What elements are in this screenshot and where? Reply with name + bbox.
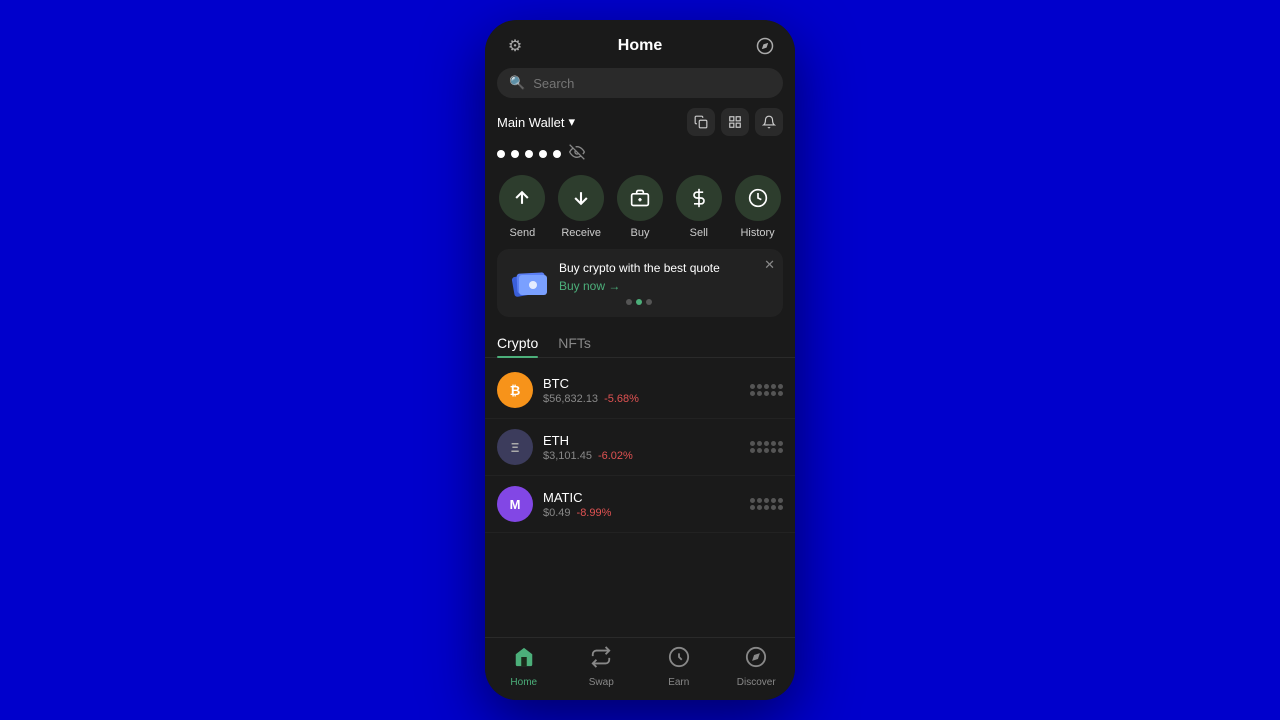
buy-button[interactable]: Buy [617,175,663,239]
matic-logo: M [497,486,533,522]
promo-dot-3 [646,299,652,305]
eth-price: $3,101.45 [543,450,592,462]
btc-name: BTC [543,376,740,391]
matic-balance [750,498,783,510]
wallet-dropdown-icon: ▾ [568,114,575,130]
nav-swap-label: Swap [589,677,614,688]
balance-dot-4 [539,150,547,158]
send-button[interactable]: Send [499,175,545,239]
matic-change: -8.99% [577,507,612,519]
tab-nfts[interactable]: NFTs [558,327,591,357]
nav-swap[interactable]: Swap [576,646,626,688]
hide-balance-icon[interactable] [569,144,585,163]
scan-qr-button[interactable] [721,108,749,136]
balance-dot-5 [553,150,561,158]
earn-icon [668,646,690,674]
notifications-button[interactable] [755,108,783,136]
page-title: Home [618,37,662,55]
matic-price: $0.49 [543,507,571,519]
nav-discover-label: Discover [737,677,776,688]
eth-change: -6.02% [598,450,633,462]
promo-close-button[interactable]: ✕ [764,257,775,273]
list-item[interactable]: M MATIC $0.49 -8.99% [485,476,795,533]
history-label: History [740,227,774,239]
nav-home[interactable]: Home [499,646,549,688]
eth-info: ETH $3,101.45 -6.02% [543,433,740,462]
btc-logo: ₿ [497,372,533,408]
wallet-row: Main Wallet ▾ [485,108,795,142]
sell-label: Sell [690,227,708,239]
copy-address-button[interactable] [687,108,715,136]
balance-dot-2 [511,150,519,158]
history-button[interactable]: History [735,175,781,239]
btc-change: -5.68% [604,393,639,405]
receive-button[interactable]: Receive [558,175,604,239]
asset-tabs: Crypto NFTs [485,327,795,358]
promo-dot-1 [626,299,632,305]
compass-icon[interactable] [751,32,779,60]
discover-icon [745,646,767,674]
promo-dot-2 [636,299,642,305]
tab-crypto[interactable]: Crypto [497,327,538,357]
nav-home-label: Home [510,677,537,688]
home-icon [513,646,535,674]
bottom-navigation: Home Swap Earn [485,637,795,700]
nav-discover[interactable]: Discover [731,646,781,688]
header: ⚙ Home [485,20,795,68]
eth-balance [750,441,783,453]
sell-button[interactable]: Sell [676,175,722,239]
list-item[interactable]: Ξ ETH $3,101.45 -6.02% [485,419,795,476]
settings-icon[interactable]: ⚙ [501,32,529,60]
crypto-list: ₿ BTC $56,832.13 -5.68% Ξ ETH [485,362,795,637]
wallet-selector[interactable]: Main Wallet ▾ [497,114,575,130]
eth-logo: Ξ [497,429,533,465]
nav-earn-label: Earn [668,677,689,688]
matic-name: MATIC [543,490,740,505]
wallet-action-buttons [687,108,783,136]
phone-frame: ⚙ Home 🔍 Main Wallet ▾ [485,20,795,700]
receive-label: Receive [561,227,601,239]
btc-price: $56,832.13 [543,393,598,405]
nav-earn[interactable]: Earn [654,646,704,688]
eth-name: ETH [543,433,740,448]
buy-label: Buy [631,227,650,239]
action-buttons-row: Send Receive Buy [485,171,795,247]
search-input[interactable] [533,76,771,91]
balance-dot-1 [497,150,505,158]
search-icon: 🔍 [509,75,525,91]
promo-title: Buy crypto with the best quote [559,261,720,275]
promo-link[interactable]: Buy now → [559,279,720,293]
list-item[interactable]: ₿ BTC $56,832.13 -5.68% [485,362,795,419]
matic-info: MATIC $0.49 -8.99% [543,490,740,519]
balance-dot-3 [525,150,533,158]
swap-icon [590,646,612,674]
btc-balance [750,384,783,396]
promo-dots [559,293,720,305]
btc-info: BTC $56,832.13 -5.68% [543,376,740,405]
promo-image [509,263,549,303]
search-bar[interactable]: 🔍 [497,68,783,98]
balance-display [485,142,795,171]
wallet-name-label: Main Wallet [497,115,564,130]
promo-banner: ✕ Buy crypto with the best quote Buy now… [497,249,783,317]
send-label: Send [510,227,536,239]
